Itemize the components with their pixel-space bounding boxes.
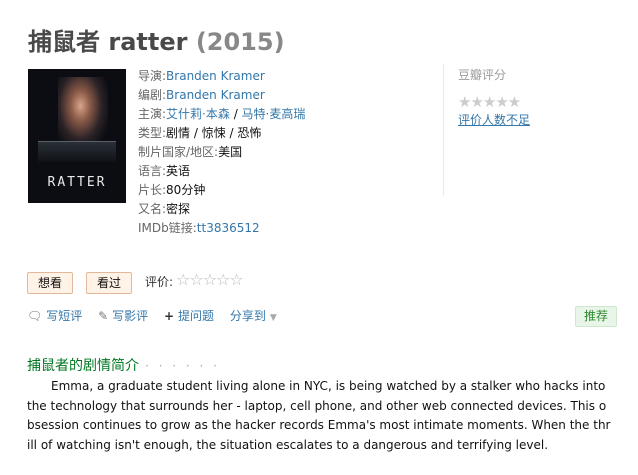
aka-label: 又名: bbox=[138, 202, 167, 216]
plus-icon: + bbox=[163, 309, 175, 323]
runtime-label: 片长: bbox=[138, 183, 167, 197]
movie-info: 导演:Branden Kramer 编剧:Branden Kramer 主演:艾… bbox=[138, 67, 305, 238]
info-row-language: 语言:英语 bbox=[138, 162, 305, 181]
summary-text: Emma, a graduate student living alone in… bbox=[27, 379, 611, 452]
review-label: 写影评 bbox=[112, 309, 149, 323]
info-row-cast: 主演:艾什莉·本森 / 马特·麦高瑞 bbox=[138, 105, 305, 124]
caret-down-icon: ▼ bbox=[269, 313, 277, 323]
page-title: 捕鼠者 ratter (2015) bbox=[28, 22, 285, 57]
my-rating-label: 评价: bbox=[145, 275, 174, 289]
my-rating-stars[interactable]: ☆☆☆☆☆ bbox=[176, 270, 244, 289]
info-row-director: 导演:Branden Kramer bbox=[138, 67, 305, 86]
summary-dots: · · · · · · bbox=[145, 359, 220, 373]
info-row-aka: 又名:密探 bbox=[138, 200, 305, 219]
cast-separator: / bbox=[229, 107, 242, 121]
aka-value: 密探 bbox=[166, 202, 191, 216]
recommend-button[interactable]: 推荐 bbox=[575, 306, 618, 327]
imdb-link[interactable]: tt3836512 bbox=[197, 221, 260, 235]
cast-link-2[interactable]: 马特·麦高瑞 bbox=[242, 107, 306, 121]
poster-face-image bbox=[58, 77, 108, 149]
poster-title-text: RATTER bbox=[47, 175, 107, 190]
share-dropdown[interactable]: 分享到 ▼ bbox=[230, 309, 277, 323]
writer-link[interactable]: Branden Kramer bbox=[166, 88, 265, 102]
country-label: 制片国家/地区: bbox=[138, 145, 219, 159]
write-short-review-action[interactable]: 🗨︎ 写短评 bbox=[27, 309, 82, 323]
info-row-country: 制片国家/地区:美国 bbox=[138, 143, 305, 162]
runtime-value: 80分钟 bbox=[166, 183, 206, 197]
movie-title: 捕鼠者 ratter bbox=[28, 28, 188, 56]
language-value: 英语 bbox=[166, 164, 191, 178]
short-review-label: 写短评 bbox=[46, 309, 83, 323]
action-bar: 🗨︎ 写短评 ✎ 写影评 + 提问题 分享到 ▼ bbox=[27, 307, 289, 324]
rating-insufficient-link[interactable]: 评价人数不足 bbox=[458, 111, 578, 128]
question-label: 提问题 bbox=[178, 309, 215, 323]
speech-bubble-icon: 🗨︎ bbox=[27, 309, 43, 323]
genre-label: 类型: bbox=[138, 126, 167, 140]
want-to-watch-button[interactable]: 想看 bbox=[27, 272, 74, 294]
rating-stars-icon: ★★★★★ bbox=[458, 93, 521, 111]
douban-rating-panel: 豆瓣评分 ★★★★★ 评价人数不足 bbox=[443, 64, 578, 196]
summary-section-title: 捕鼠者的剧情简介 · · · · · · bbox=[27, 355, 220, 375]
poster-laptop-image bbox=[38, 141, 116, 162]
info-row-runtime: 片长:80分钟 bbox=[138, 181, 305, 200]
share-label: 分享到 bbox=[229, 309, 266, 323]
writer-label: 编剧: bbox=[138, 88, 167, 102]
director-label: 导演: bbox=[138, 69, 167, 83]
movie-year: (2015) bbox=[195, 28, 285, 56]
write-review-action[interactable]: ✎ 写影评 bbox=[98, 309, 148, 323]
director-link[interactable]: Branden Kramer bbox=[166, 69, 265, 83]
cast-label: 主演: bbox=[138, 107, 167, 121]
watched-button[interactable]: 看过 bbox=[86, 272, 133, 294]
movie-poster[interactable]: RATTER bbox=[28, 69, 126, 203]
pencil-icon: ✎ bbox=[98, 309, 109, 323]
info-row-writer: 编剧:Branden Kramer bbox=[138, 86, 305, 105]
language-label: 语言: bbox=[138, 164, 167, 178]
country-value: 美国 bbox=[218, 145, 243, 159]
imdb-label: IMDb链接: bbox=[138, 221, 197, 235]
genre-value: 剧情 / 惊悚 / 恐怖 bbox=[166, 126, 262, 140]
info-row-genre: 类型:剧情 / 惊悚 / 恐怖 bbox=[138, 124, 305, 143]
rating-title: 豆瓣评分 bbox=[458, 68, 507, 82]
summary-title: 捕鼠者的剧情简介 bbox=[27, 358, 139, 374]
info-row-imdb: IMDb链接:tt3836512 bbox=[138, 219, 305, 238]
ask-question-action[interactable]: + 提问题 bbox=[164, 309, 214, 323]
cast-link-1[interactable]: 艾什莉·本森 bbox=[166, 107, 230, 121]
